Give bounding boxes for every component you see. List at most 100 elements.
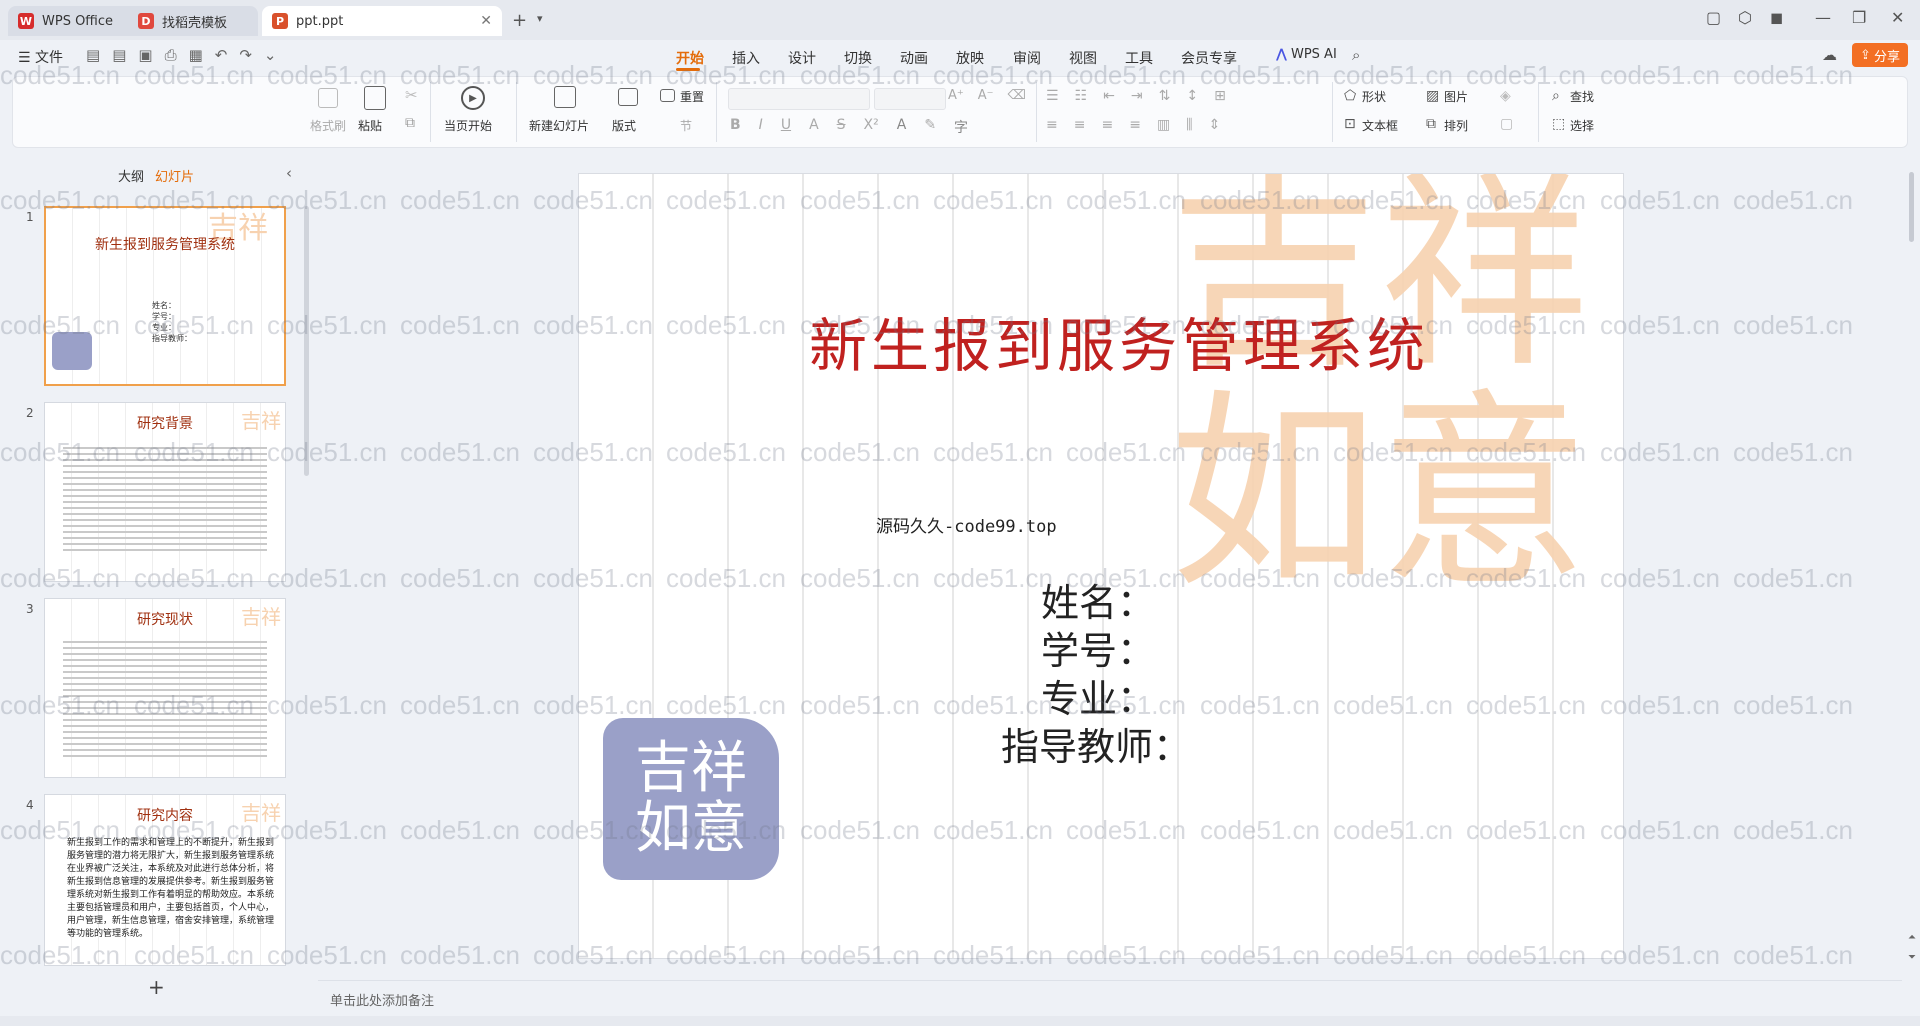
field-advisor[interactable]: 指导教师：	[1001, 716, 1191, 771]
preview-icon[interactable]: ▦	[189, 46, 203, 64]
tab-docer-templates[interactable]: D 找稻壳模板	[128, 6, 258, 36]
start-from-current-button[interactable]: 当页开始	[444, 117, 492, 134]
minimize-icon[interactable]: —	[1815, 8, 1831, 27]
avatar[interactable]: ◼	[1770, 8, 1783, 27]
menu-transitions[interactable]: 切换	[844, 48, 872, 68]
prev-slide-icon[interactable]: ⏶	[1908, 932, 1916, 943]
find-button[interactable]: 查找	[1570, 88, 1594, 105]
line-spacing-icon[interactable]: ↕	[1186, 88, 1198, 104]
more-chevron-icon[interactable]: ⌄	[264, 46, 277, 64]
slide-thumbnail-4[interactable]: 吉祥 研究内容 新生报到工作的需求和管理上的不断提升，新生报到服务管理的潜力将无…	[44, 794, 286, 966]
canvas-scrollbar[interactable]	[1906, 150, 1920, 980]
align-center-icon[interactable]: ≡	[1074, 117, 1086, 133]
text-direction-icon[interactable]: ⇅	[1159, 88, 1171, 104]
columns-icon[interactable]: ⫼	[1186, 117, 1192, 133]
notes-placeholder[interactable]: 单击此处添加备注	[330, 990, 434, 1009]
close-tab-icon[interactable]: ✕	[480, 13, 492, 29]
align-left-icon[interactable]: ≡	[1046, 117, 1058, 133]
collapse-pane-icon[interactable]: ‹	[286, 164, 292, 182]
convert-smartart-icon[interactable]: ⊞	[1214, 88, 1226, 104]
print-icon[interactable]: ⎙	[165, 46, 177, 64]
font-name-select[interactable]	[728, 88, 870, 110]
new-slide-button[interactable]: 新建幻灯片	[529, 117, 589, 134]
menu-insert[interactable]: 插入	[732, 48, 760, 68]
add-slide-button[interactable]: +	[148, 975, 165, 999]
menu-member[interactable]: 会员专享	[1181, 48, 1237, 68]
canvas-scroll-thumb[interactable]	[1909, 172, 1914, 242]
tab-list-chevron-icon[interactable]: ▾	[537, 12, 543, 25]
slide-thumbnail-3[interactable]: 吉祥 研究现状	[44, 598, 286, 778]
bold-icon[interactable]: B	[730, 117, 741, 137]
share-button[interactable]: ⇪ 分享	[1852, 43, 1908, 67]
field-name[interactable]: 姓名：	[1041, 572, 1155, 627]
increase-indent-icon[interactable]: ⇥	[1131, 88, 1143, 104]
menu-tools[interactable]: 工具	[1125, 48, 1153, 68]
menu-review[interactable]: 审阅	[1013, 48, 1041, 68]
undo-icon[interactable]: ↶	[215, 46, 228, 64]
field-student-id[interactable]: 学号：	[1041, 620, 1155, 675]
cube-icon[interactable]: ⬡	[1738, 8, 1752, 27]
numbered-list-icon[interactable]: ☷	[1075, 88, 1088, 104]
decrease-indent-icon[interactable]: ⇤	[1103, 88, 1115, 104]
close-window-icon[interactable]: ✕	[1891, 8, 1904, 27]
menu-home[interactable]: 开始	[676, 48, 704, 68]
menu-view[interactable]: 视图	[1069, 48, 1097, 68]
shrink-font-icon[interactable]: A⁻	[978, 88, 994, 103]
paste-button[interactable]: 粘贴	[358, 117, 382, 134]
new-doc-icon[interactable]: ▤	[86, 46, 100, 64]
align-right-icon[interactable]: ≡	[1101, 117, 1113, 133]
font-size-select[interactable]	[874, 88, 946, 110]
arrange-button[interactable]: 排列	[1444, 117, 1468, 134]
format-painter-button[interactable]: 格式刷	[310, 117, 346, 134]
menu-animations[interactable]: 动画	[900, 48, 928, 68]
clear-format-icon[interactable]: ⌫	[1008, 88, 1026, 103]
superscript-icon[interactable]: X²	[864, 117, 879, 137]
shape-button[interactable]: 形状	[1362, 88, 1386, 105]
slide-1-canvas[interactable]: 吉祥 如意 新生报到服务管理系统 源码久久-code99.top 姓名： 学号： …	[578, 173, 1624, 959]
notes-pane[interactable]	[318, 980, 1902, 1011]
picture-button[interactable]: 图片	[1444, 88, 1468, 105]
font-color-icon[interactable]: A	[897, 117, 907, 137]
copy-icon[interactable]: ⧉	[405, 115, 415, 131]
open-icon[interactable]: ▤	[112, 46, 126, 64]
section-button[interactable]: 节	[680, 117, 692, 134]
tab-ppt-file[interactable]: P ppt.ppt ✕	[262, 6, 502, 36]
underline-icon[interactable]: U	[781, 117, 791, 137]
cut-icon[interactable]: ✂	[405, 86, 418, 104]
slide-subtitle[interactable]: 源码久久-code99.top	[876, 512, 1057, 537]
distribute-icon[interactable]: ▥	[1157, 117, 1170, 133]
select-button[interactable]: 选择	[1570, 117, 1594, 134]
strikethrough-a-icon[interactable]: A	[809, 117, 819, 137]
redo-icon[interactable]: ↷	[239, 46, 252, 64]
file-menu[interactable]: ☰ 文件	[18, 47, 63, 67]
italic-icon[interactable]: I	[759, 117, 763, 137]
menu-slideshow[interactable]: 放映	[956, 48, 984, 68]
next-slide-icon[interactable]: ⏷	[1908, 952, 1916, 963]
layout-button[interactable]: 版式	[612, 117, 636, 134]
menu-design[interactable]: 设计	[788, 48, 816, 68]
cloud-upload-icon[interactable]: ☁	[1822, 46, 1837, 64]
tab-slides[interactable]: 幻灯片	[155, 166, 194, 185]
reset-button[interactable]: 重置	[680, 88, 704, 105]
outline-icon[interactable]: ▢	[1500, 116, 1513, 132]
bullet-list-icon[interactable]: ☰	[1046, 88, 1059, 104]
tab-outline[interactable]: 大纲	[118, 166, 144, 185]
slide-thumbnail-2[interactable]: 吉祥 研究背景	[44, 402, 286, 582]
grow-font-icon[interactable]: A⁺	[948, 88, 964, 103]
wps-ai-button[interactable]: ⋀ WPS AI	[1276, 47, 1337, 62]
highlight-icon[interactable]: ✎	[924, 117, 936, 137]
multi-window-icon[interactable]: ▢	[1706, 8, 1721, 27]
field-major[interactable]: 专业：	[1041, 668, 1155, 723]
slide-thumbnail-1[interactable]: 吉祥 新生报到服务管理系统 姓名： 学号： 专业： 指导教师：	[44, 206, 286, 386]
pane-scrollbar[interactable]	[304, 206, 309, 476]
textbox-button[interactable]: 文本框	[1362, 117, 1398, 134]
restore-icon[interactable]: ❐	[1852, 8, 1866, 27]
slide-title[interactable]: 新生报到服务管理系统	[739, 299, 1499, 383]
strikethrough-icon[interactable]: S	[837, 117, 846, 137]
fill-icon[interactable]: ◈	[1500, 88, 1511, 104]
char-spacing-icon[interactable]: 字	[954, 117, 968, 137]
align-text-icon[interactable]: ⇕	[1209, 117, 1221, 133]
justify-icon[interactable]: ≡	[1129, 117, 1141, 133]
save-icon[interactable]: ▣	[138, 46, 152, 64]
new-tab-icon[interactable]: +	[512, 10, 527, 31]
